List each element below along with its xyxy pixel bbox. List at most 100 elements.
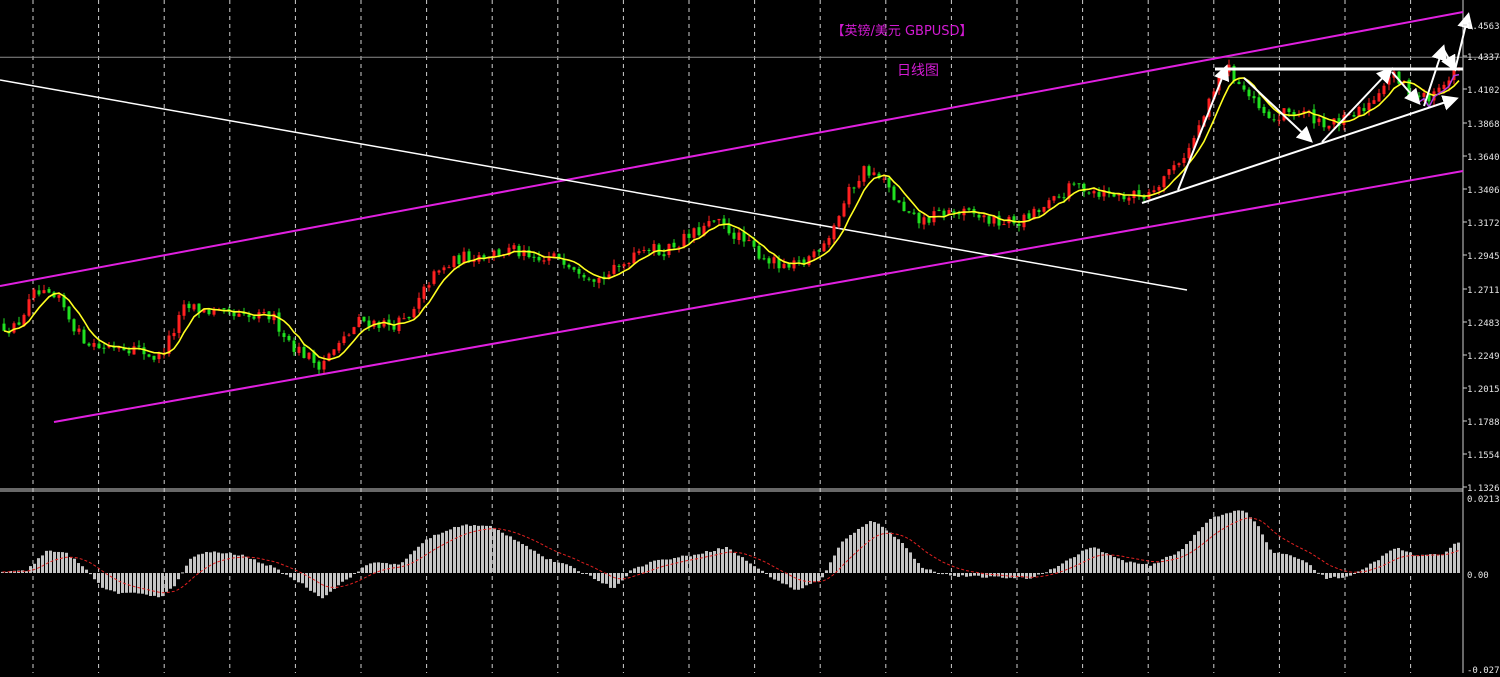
candle-body xyxy=(1002,224,1006,226)
macd-bar xyxy=(29,566,32,573)
candle-body xyxy=(1177,163,1181,166)
macd-bar xyxy=(429,538,432,573)
candle-body xyxy=(57,295,61,298)
macd-bar xyxy=(269,565,272,573)
macd-bar xyxy=(449,529,452,573)
candle-body xyxy=(1162,176,1166,188)
candle-body xyxy=(402,318,406,320)
macd-bar xyxy=(741,557,744,573)
candle-body xyxy=(662,254,666,257)
y-tick-label: 1.15540 xyxy=(1467,451,1500,461)
macd-tick-label: 0.00 xyxy=(1467,571,1489,581)
candle-body xyxy=(807,256,811,266)
macd-bar xyxy=(73,558,76,573)
y-tick-label: 1.34065 xyxy=(1467,186,1500,196)
y-tick-label: 1.45635 xyxy=(1467,22,1500,32)
macd-bar xyxy=(849,534,852,573)
candle-body xyxy=(1262,106,1266,114)
macd-bar xyxy=(1261,534,1264,573)
macd-bar xyxy=(1313,569,1316,573)
candle-body xyxy=(907,211,911,213)
macd-bar xyxy=(105,573,108,590)
macd-bar xyxy=(497,530,500,573)
macd-bar xyxy=(597,573,600,582)
y-tick-label: 1.31725 xyxy=(1467,219,1500,229)
macd-bar xyxy=(1097,548,1100,573)
chart-root: 1.45635 1.43372 1.41020 1.38680 1.36405 1.340… xyxy=(0,0,1500,676)
macd-bar xyxy=(209,552,212,573)
macd-bar xyxy=(1009,573,1012,578)
macd-bar xyxy=(1173,554,1176,573)
macd-bar xyxy=(1401,550,1404,573)
candle-body xyxy=(102,347,106,349)
candle-body xyxy=(922,217,926,225)
candle-body xyxy=(1052,196,1056,201)
macd-bar xyxy=(753,566,756,573)
macd-bar xyxy=(1421,554,1424,573)
y-tick-label: 1.43372 xyxy=(1467,53,1500,63)
macd-bar xyxy=(517,541,520,573)
candle-body xyxy=(317,361,321,370)
macd-bar xyxy=(949,573,952,576)
candle-body xyxy=(127,350,131,354)
candle-body xyxy=(642,249,646,251)
macd-bar xyxy=(1117,558,1120,573)
macd-bar xyxy=(565,564,568,573)
macd-bar xyxy=(861,526,864,573)
macd-bar xyxy=(453,526,456,573)
macd-bar xyxy=(713,551,716,573)
macd-bar xyxy=(405,558,408,573)
candle-body xyxy=(1437,87,1441,93)
candle-body xyxy=(982,215,986,218)
macd-bar xyxy=(249,558,252,573)
macd-bar xyxy=(585,573,588,574)
macd-bar xyxy=(957,573,960,577)
candle-body xyxy=(1422,92,1426,97)
macd-bar xyxy=(561,563,564,573)
macd-bar xyxy=(733,552,736,573)
macd-bar xyxy=(925,569,928,573)
macd-bar xyxy=(1237,510,1240,573)
macd-bar xyxy=(625,573,628,577)
macd-bar xyxy=(721,549,724,573)
macd-bar xyxy=(333,573,336,589)
candle-body xyxy=(987,216,991,224)
candle-body xyxy=(1247,89,1251,97)
macd-bar xyxy=(1317,572,1320,574)
candle-body xyxy=(1097,192,1101,197)
price-chart: 1.45635 1.43372 1.41020 1.38680 1.36405 1.340… xyxy=(0,0,1500,676)
macd-bar xyxy=(81,566,84,573)
macd-bar xyxy=(569,565,572,573)
candle-body xyxy=(1237,81,1241,85)
macd-bar xyxy=(329,573,332,592)
macd-bar xyxy=(297,573,300,583)
candle-body xyxy=(12,323,16,333)
candle-body xyxy=(1252,96,1256,99)
macd-bar xyxy=(189,558,192,573)
macd-bar xyxy=(1169,555,1172,573)
candle-body xyxy=(422,286,426,299)
macd-bar xyxy=(905,548,908,573)
macd-bar xyxy=(1109,555,1112,573)
y-tick-label: 1.27110 xyxy=(1467,286,1500,296)
macd-bar xyxy=(1385,553,1388,573)
macd-bar xyxy=(133,573,136,593)
macd-bar xyxy=(633,568,636,573)
macd-bar xyxy=(797,573,800,590)
macd-bar xyxy=(973,573,976,576)
candle-body xyxy=(1292,112,1296,115)
candle-body xyxy=(772,257,776,264)
macd-bar xyxy=(365,565,368,573)
macd-bar xyxy=(1321,573,1324,575)
candle-body xyxy=(572,267,576,270)
candle-body xyxy=(1042,206,1046,212)
candle-body xyxy=(1367,102,1371,111)
macd-bar xyxy=(1453,543,1456,573)
candle-body xyxy=(222,308,226,310)
candle-body xyxy=(1182,157,1186,163)
macd-bar xyxy=(57,551,60,573)
macd-bar xyxy=(481,525,484,573)
candle-body xyxy=(862,166,866,182)
macd-bar xyxy=(1225,513,1228,573)
candle-body xyxy=(1327,125,1331,129)
